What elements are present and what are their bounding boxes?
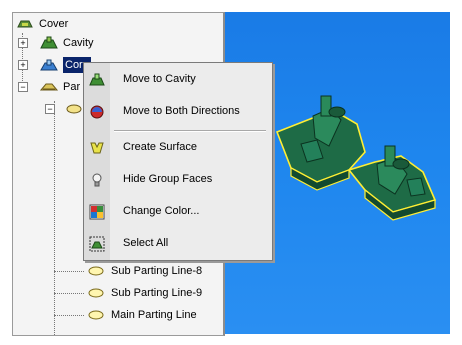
move-both-directions-icon xyxy=(90,105,104,119)
menu-item-create-surface[interactable]: Create Surface xyxy=(84,137,272,159)
core-icon xyxy=(40,59,58,71)
parting-line-icon xyxy=(88,288,104,298)
move-to-cavity-icon xyxy=(89,73,105,86)
menu-item-label: Hide Group Faces xyxy=(123,173,213,185)
parting-group-icon xyxy=(66,104,82,114)
menu-item-change-color[interactable]: Change Color... xyxy=(84,201,272,223)
cavity-icon xyxy=(40,36,58,49)
menu-item-move-both-directions[interactable]: Move to Both Directions xyxy=(84,101,272,123)
menu-separator xyxy=(114,130,266,132)
tree-connector xyxy=(54,101,55,335)
menu-item-hide-group-faces[interactable]: Hide Group Faces xyxy=(84,169,272,191)
menu-item-label: Create Surface xyxy=(123,141,197,153)
parting-line-label: Sub Parting Line-9 xyxy=(111,287,203,299)
expand-toggle-icon[interactable]: + xyxy=(18,38,28,48)
collapse-toggle-icon[interactable]: − xyxy=(45,104,55,114)
parting-line-icon xyxy=(88,310,104,320)
menu-icon-column xyxy=(84,63,110,260)
tree-item-parting-label: Par xyxy=(63,81,81,93)
collapse-toggle-icon[interactable]: − xyxy=(18,82,28,92)
tree-item-parting-line[interactable]: Sub Parting Line-8 xyxy=(75,263,215,279)
lightbulb-icon xyxy=(92,173,102,187)
parting-line-label: Sub Parting Line-8 xyxy=(111,265,203,277)
parting-line-label: Main Parting Line xyxy=(111,309,197,321)
menu-item-label: Select All xyxy=(123,237,169,249)
menu-item-label: Move to Both Directions xyxy=(123,105,240,117)
tree-item-parting-line[interactable]: Sub Parting Line-9 xyxy=(75,285,215,301)
parting-icon xyxy=(39,83,59,91)
tree-item-parting-line[interactable]: Main Parting Line xyxy=(75,307,215,323)
cover-part-icon xyxy=(17,20,33,28)
select-all-icon xyxy=(89,236,105,252)
menu-item-move-to-cavity[interactable]: Move to Cavity xyxy=(84,69,272,91)
tree-item-cavity-label: Cavity xyxy=(63,37,94,49)
parting-line-icon xyxy=(88,266,104,276)
context-menu: Move to Cavity Move to Both Directions C… xyxy=(83,62,273,261)
menu-item-select-all[interactable]: Select All xyxy=(84,233,272,255)
tree-item-cover[interactable]: Cover xyxy=(17,16,217,32)
menu-item-label: Move to Cavity xyxy=(123,73,196,85)
expand-toggle-icon[interactable]: + xyxy=(18,60,28,70)
create-surface-icon xyxy=(90,142,104,154)
menu-item-label: Change Color... xyxy=(123,205,200,217)
tree-item-cover-label: Cover xyxy=(39,18,69,30)
palette-icon xyxy=(89,204,105,220)
tree-item-cavity[interactable]: + Cavity xyxy=(17,35,217,51)
